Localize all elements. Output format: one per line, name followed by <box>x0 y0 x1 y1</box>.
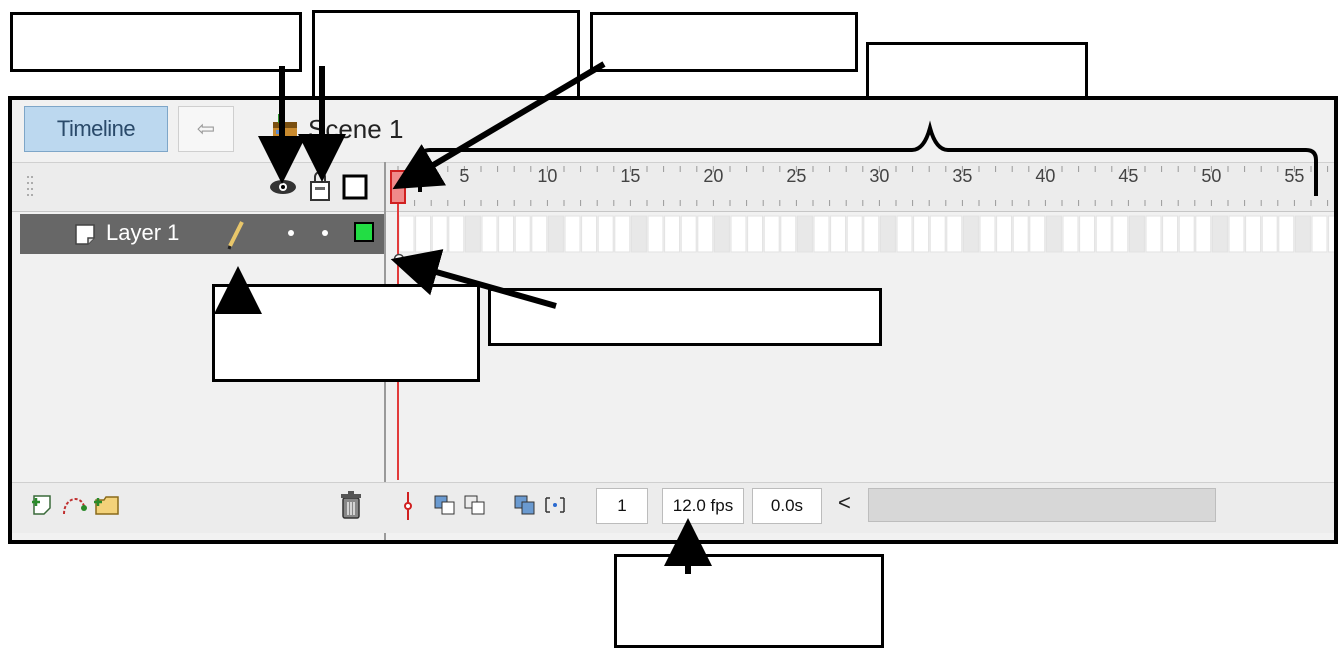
callout-arrows <box>214 61 712 574</box>
arrow-to-playhead <box>392 61 606 190</box>
arrow-to-keyframe <box>390 249 557 309</box>
